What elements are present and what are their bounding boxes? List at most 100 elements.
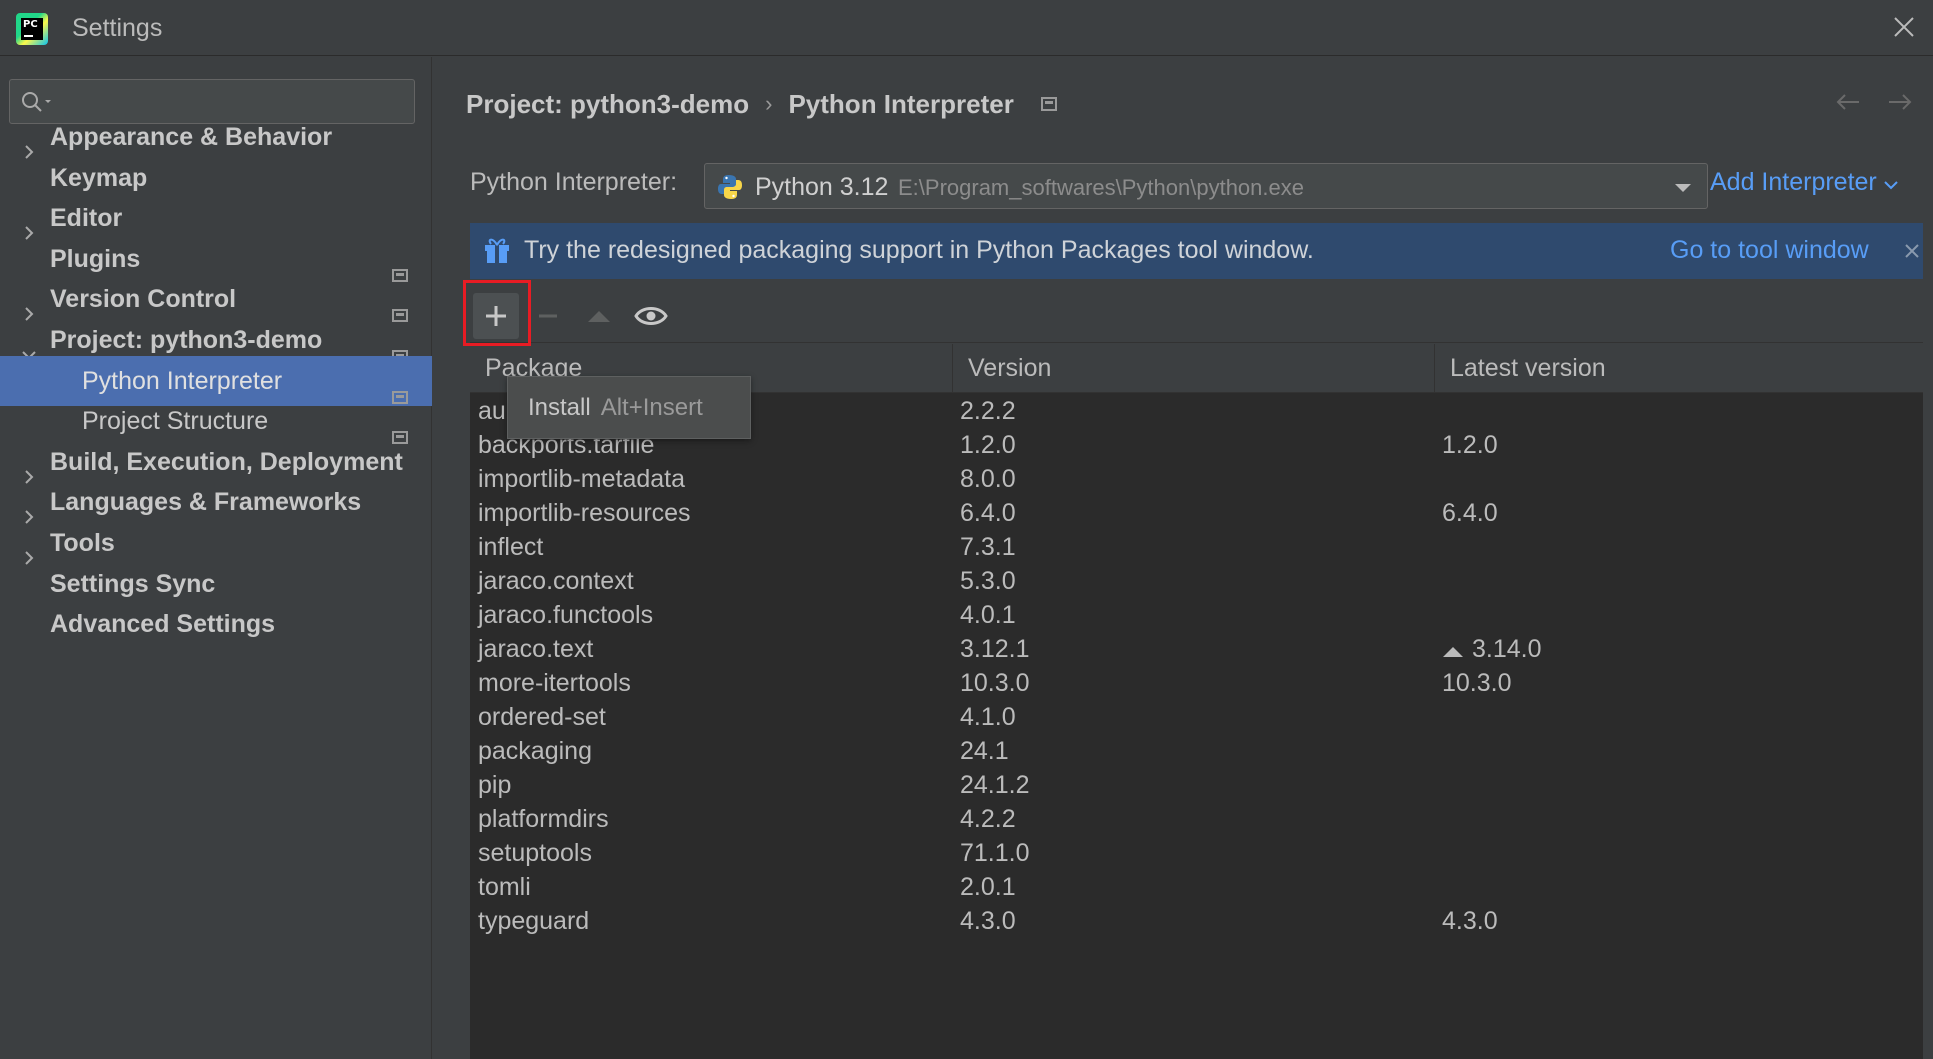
close-icon [1894,17,1914,37]
package-latest-version: 1.2.0 [1442,428,1498,462]
arrow-left-icon [1836,94,1859,110]
tooltip-label: Install [528,394,591,421]
package-name: importlib-resources [478,499,691,527]
eye-icon [634,307,668,325]
window-title: Settings [72,14,163,42]
package-name: jaraco.text [478,635,594,663]
table-row[interactable]: jaraco.context 5.3.0 [470,564,1923,598]
package-version: 24.1.2 [960,771,1030,799]
latest-version-text: 6.4.0 [1442,499,1498,527]
table-row[interactable]: ordered-set 4.1.0 [470,700,1923,734]
table-row[interactable]: typeguard 4.3.0 4.3.0 [470,904,1923,938]
forward-button[interactable] [1885,87,1915,122]
settings-sidebar: Appearance & Behavior Keymap Editor Plugins… [0,57,432,1059]
package-version: 7.3.1 [960,533,1016,561]
go-to-tool-window-link[interactable]: Go to tool window [1670,236,1869,265]
package-version: 4.1.0 [960,703,1016,731]
package-name: importlib-metadata [478,465,686,493]
tooltip-shortcut: Alt+Insert [600,394,703,421]
sidebar-item-advanced-settings[interactable]: Advanced Settings [0,599,432,649]
package-version: 1.2.0 [960,431,1016,459]
install-package-button[interactable] [473,293,519,339]
package-name: pip [478,771,512,799]
table-row[interactable]: pip 24.1.2 [470,768,1923,802]
latest-version-text: 3.14.0 [1472,635,1542,663]
package-name: au [478,397,506,425]
table-row[interactable]: packaging 24.1 [470,734,1923,768]
table-row[interactable]: more-itertools 10.3.0 10.3.0 [470,666,1923,700]
arrow-right-icon [1889,94,1912,110]
table-body: au 2.2.2 backports.tarfile 1.2.0 1.2.0 import… [470,394,1923,938]
title-bar: PC Settings [0,0,1933,56]
install-tooltip: Install Alt+Insert [507,376,751,439]
package-name: platformdirs [478,805,609,833]
package-version: 2.0.1 [960,873,1016,901]
interpreter-name: Python 3.12 [755,173,889,201]
package-version: 10.3.0 [960,669,1030,697]
close-icon [1905,244,1919,258]
packages-table: Package Version Latest version au 2.2.2 ba… [470,344,1923,1059]
pycharm-logo-icon: PC [16,13,48,45]
packaging-banner: Try the redesigned packaging support in … [470,223,1923,279]
table-row[interactable]: importlib-metadata 8.0.0 [470,462,1923,496]
upgrade-available-icon [1442,633,1464,667]
chevron-down-icon [1883,169,1899,198]
package-name: typeguard [478,907,590,935]
package-version: 8.0.0 [960,465,1016,493]
upgrade-package-button[interactable] [576,293,622,339]
gift-icon [483,235,511,270]
package-name: inflect [478,533,544,561]
package-version: 3.12.1 [960,635,1030,663]
dropdown-arrow-icon [1673,181,1693,199]
breadcrumb-page: Python Interpreter [788,88,1014,119]
column-header-latest-version[interactable]: Latest version [1435,344,1923,393]
package-version: 2.2.2 [960,397,1016,425]
interpreter-path: E:\Program_softwares\Python\python.exe [898,175,1304,200]
breadcrumb-project: Project: python3-demo [466,88,750,119]
breadcrumb: Project: python3-demo › Python Interpreter [466,87,1060,120]
minus-icon [539,314,557,318]
table-row[interactable]: inflect 7.3.1 [470,530,1923,564]
package-latest-version: 6.4.0 [1442,496,1498,530]
sidebar-item-label: Advanced Settings [50,610,276,639]
package-name: packaging [478,737,592,765]
package-name: setuptools [478,839,592,867]
package-name: jaraco.functools [478,601,654,629]
package-version: 5.3.0 [960,567,1016,595]
package-name: tomli [478,873,531,901]
column-header-version[interactable]: Version [953,344,1435,393]
package-latest-version: 10.3.0 [1442,666,1512,700]
interpreter-label: Python Interpreter: [470,168,678,196]
project-level-icon [1040,89,1060,120]
package-version: 4.0.1 [960,601,1016,629]
package-latest-version: 3.14.0 [1442,632,1542,667]
latest-version-text: 4.3.0 [1442,907,1498,935]
package-name: ordered-set [478,703,606,731]
close-window-button[interactable] [1889,12,1919,42]
breadcrumb-separator: › [765,91,773,117]
table-row[interactable]: setuptools 71.1.0 [470,836,1923,870]
package-version: 4.2.2 [960,805,1016,833]
package-version: 71.1.0 [960,839,1030,867]
triangle-up-icon [588,311,610,322]
table-row[interactable]: jaraco.functools 4.0.1 [470,598,1923,632]
python-icon [717,174,743,205]
packages-toolbar [470,291,1923,343]
table-row[interactable]: importlib-resources 6.4.0 6.4.0 [470,496,1923,530]
banner-close-button[interactable] [1902,241,1922,266]
settings-content: Project: python3-demo › Python Interpreter… [433,57,1933,1059]
show-early-releases-button[interactable] [628,293,674,339]
package-name: more-itertools [478,669,631,697]
uninstall-package-button[interactable] [525,293,571,339]
back-button[interactable] [1833,87,1863,122]
table-row[interactable]: platformdirs 4.2.2 [470,802,1923,836]
latest-version-text: 10.3.0 [1442,669,1512,697]
add-interpreter-link[interactable]: Add Interpreter [1710,168,1899,198]
interpreter-dropdown[interactable]: Python 3.12 E:\Program_softwares\Python\… [704,163,1708,209]
package-latest-version: 4.3.0 [1442,904,1498,938]
banner-text: Try the redesigned packaging support in … [524,236,1314,264]
table-row[interactable]: jaraco.text 3.12.1 3.14.0 [470,632,1923,666]
package-version: 24.1 [960,737,1009,765]
table-row[interactable]: tomli 2.0.1 [470,870,1923,904]
package-name: jaraco.context [478,567,634,595]
